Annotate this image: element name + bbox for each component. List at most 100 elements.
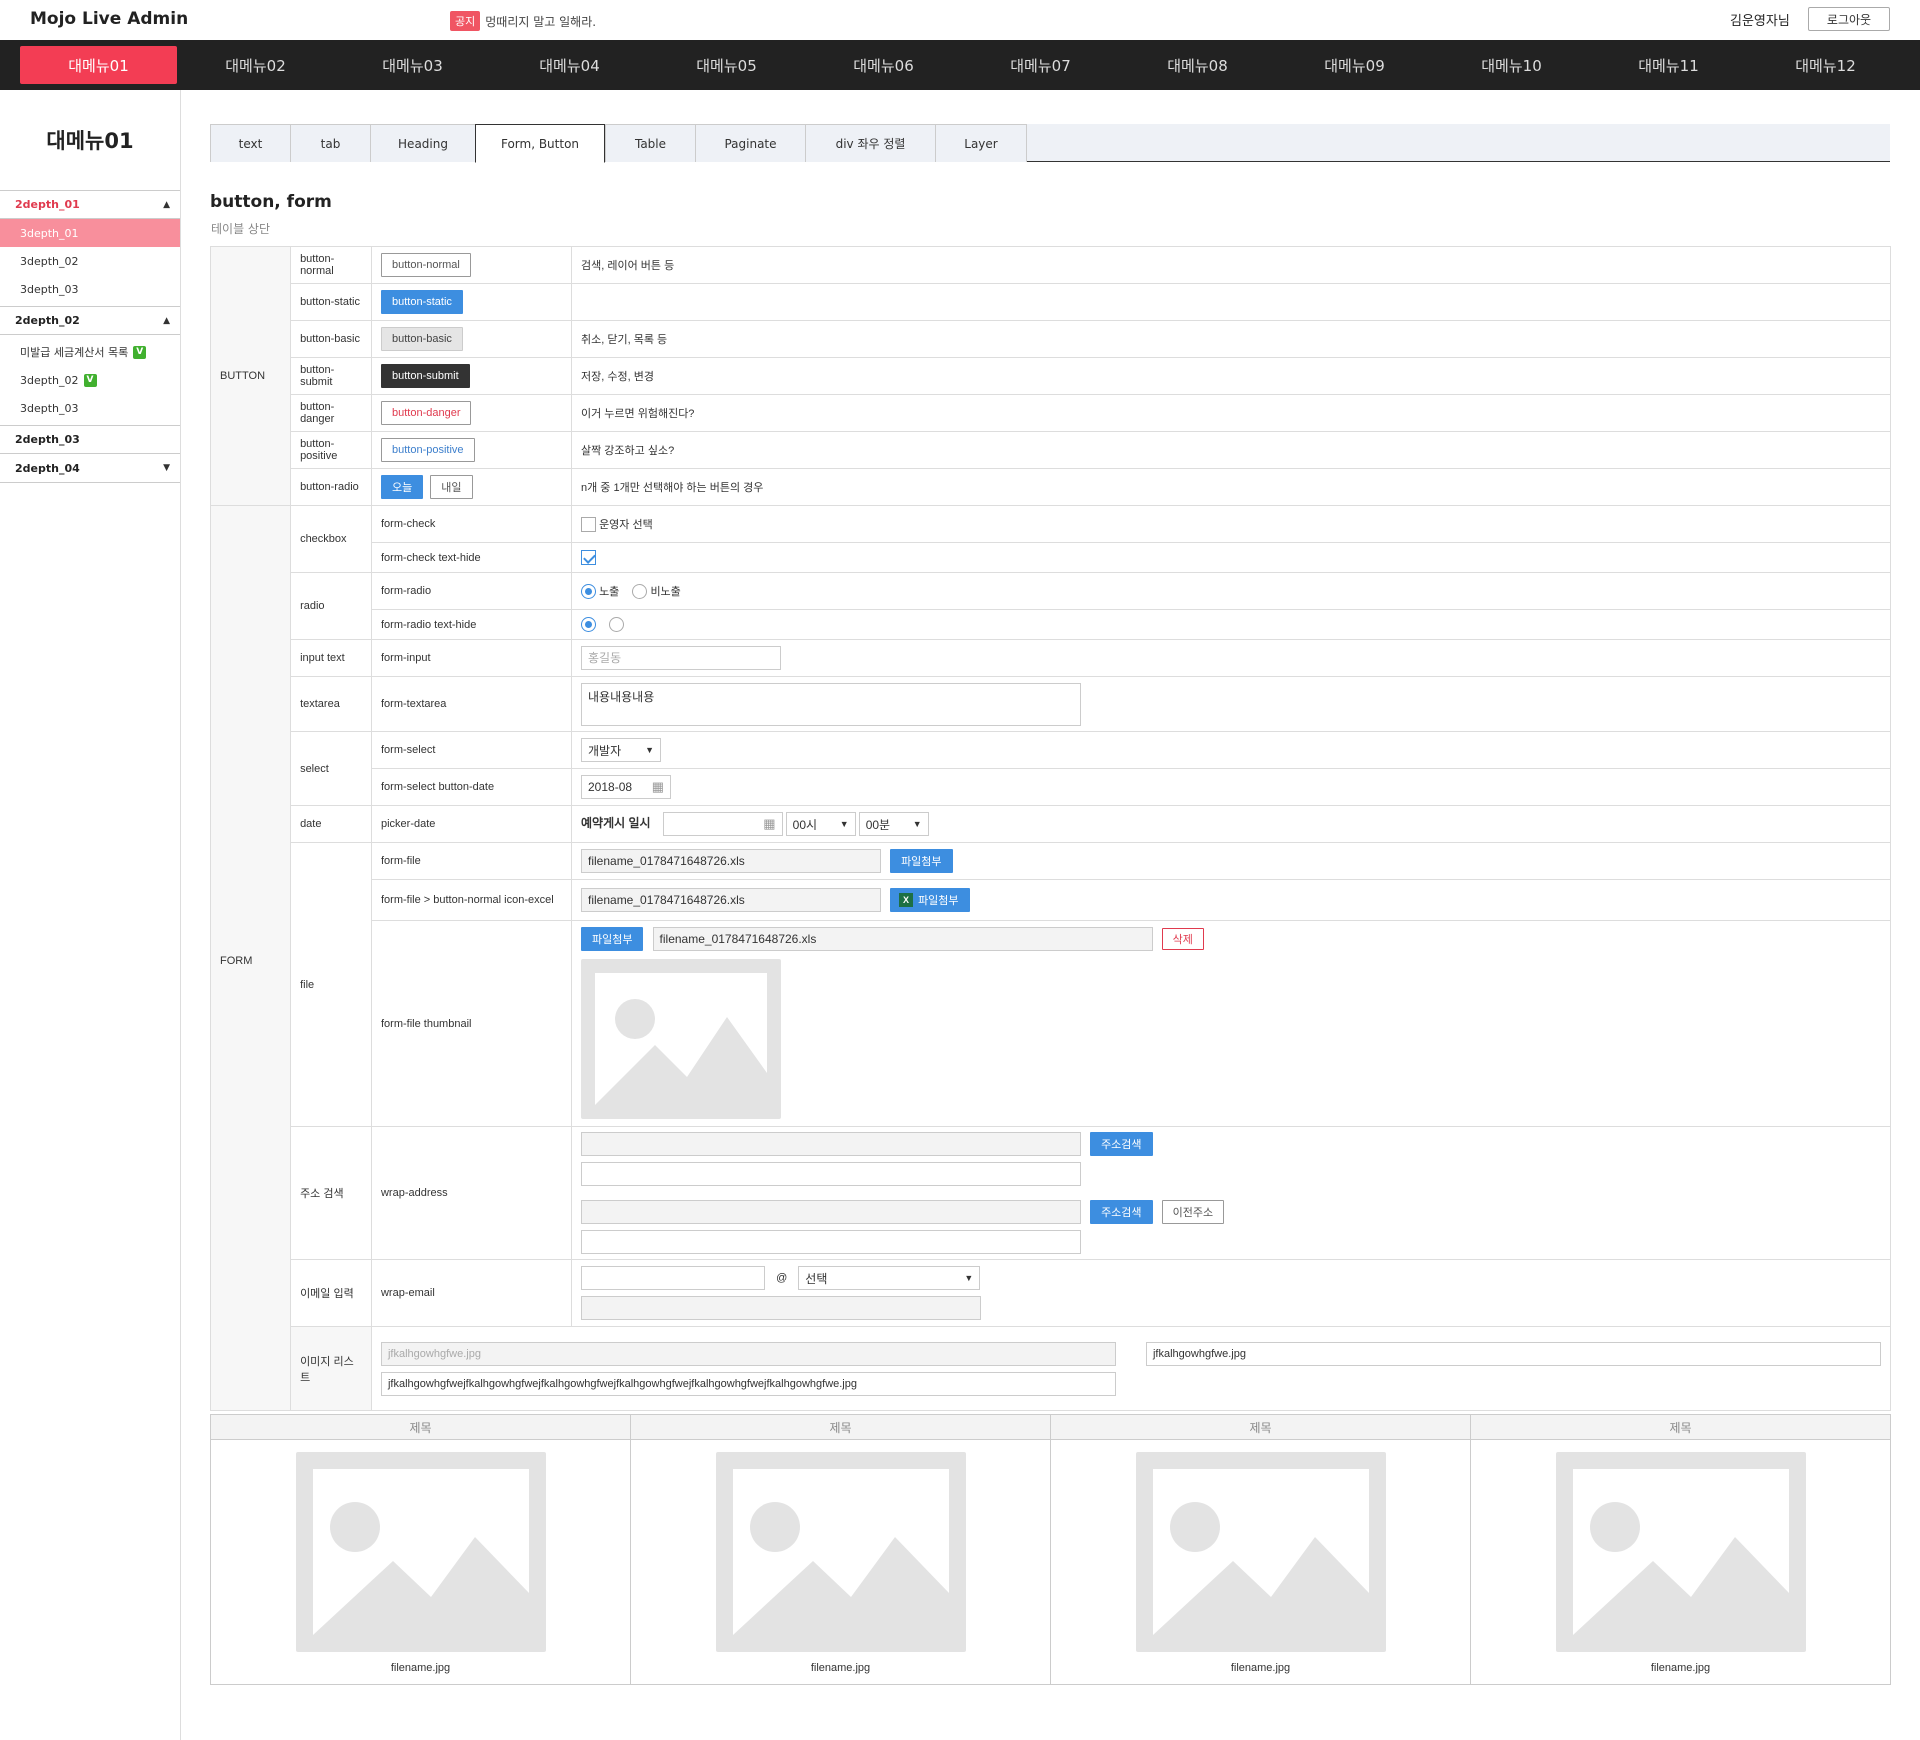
normal-button[interactable]: button-normal xyxy=(380,253,471,277)
role-select[interactable]: 개발자 ▼ xyxy=(581,738,661,762)
tab-paginate[interactable]: Paginate xyxy=(695,124,805,162)
side-depth2-label: 2depth_01 xyxy=(15,198,80,211)
radio-show[interactable] xyxy=(581,584,596,600)
row-sublabel: form-input xyxy=(370,639,573,677)
attach-excel-button[interactable]: X 파일첨부 xyxy=(890,888,970,912)
static-button[interactable]: button-static xyxy=(380,290,463,314)
radio-hide[interactable] xyxy=(632,584,648,600)
side-depth2-04[interactable]: 2depth_04 ▼ xyxy=(0,454,180,483)
gallery-item[interactable]: filename.jpg xyxy=(1050,1439,1471,1685)
gnb-item-09[interactable]: 대메뉴09 xyxy=(1276,46,1433,84)
image-gallery: 제목 제목 제목 제목 filename.jpg filename.jpg fi… xyxy=(210,1414,1891,1685)
row-label: button-basic xyxy=(290,320,372,358)
operator-checkbox[interactable] xyxy=(581,517,596,533)
date-picker[interactable]: ▦ xyxy=(662,812,783,836)
email-id-input[interactable] xyxy=(581,1266,765,1290)
select-value: 선택 xyxy=(805,1271,828,1286)
radio-option[interactable] xyxy=(609,617,625,632)
side-depth3-item[interactable]: 미발급 세금계산서 목록 V xyxy=(0,338,180,366)
app-logo[interactable]: Mojo Live Admin xyxy=(30,9,188,29)
radio-button-today[interactable]: 오늘 xyxy=(380,475,424,499)
row-label: input text xyxy=(290,639,372,677)
image-file-input[interactable]: jfkalhgowhgfwe.jpg xyxy=(1145,1341,1881,1366)
date-value: 2018-08 xyxy=(588,780,633,794)
gnb-item-10[interactable]: 대메뉴10 xyxy=(1433,46,1590,84)
gnb-item-03[interactable]: 대메뉴03 xyxy=(334,46,491,84)
gallery-header: 제목 xyxy=(1470,1414,1891,1440)
side-depth3-item[interactable]: 3depth_02 xyxy=(0,247,180,275)
row-label: select xyxy=(290,731,372,806)
gallery-item[interactable]: filename.jpg xyxy=(210,1439,631,1685)
row-sublabel: form-select xyxy=(370,731,573,769)
gnb-item-06[interactable]: 대메뉴06 xyxy=(805,46,962,84)
tab-tab[interactable]: tab xyxy=(290,124,370,162)
side-depth3-item[interactable]: 3depth_03 xyxy=(0,275,180,303)
side-nav-title: 대메뉴01 xyxy=(46,129,134,153)
gnb-item-04[interactable]: 대메뉴04 xyxy=(491,46,648,84)
row-sublabel: form-check xyxy=(370,505,573,543)
month-select[interactable]: 2018-08 ▦ xyxy=(581,775,671,799)
radio-button-tomorrow[interactable]: 내일 xyxy=(430,475,473,499)
gallery-header: 제목 xyxy=(210,1414,631,1440)
notice-text[interactable]: 멍때리지 말고 일해라. xyxy=(485,13,596,30)
calendar-icon[interactable]: ▦ xyxy=(652,779,664,795)
positive-button[interactable]: button-positive xyxy=(380,438,475,462)
side-depth3-item[interactable]: 3depth_03 xyxy=(0,394,180,422)
zipcode-input[interactable] xyxy=(581,1200,1081,1224)
checked-checkbox[interactable] xyxy=(581,550,596,565)
danger-button[interactable]: button-danger xyxy=(380,401,472,425)
side-depth2-03[interactable]: 2depth_03 xyxy=(0,425,180,454)
delete-button[interactable]: 삭제 xyxy=(1161,928,1204,950)
logout-button[interactable]: 로그아웃 xyxy=(1808,7,1890,31)
row-label: radio xyxy=(290,572,372,640)
gallery-caption: filename.jpg xyxy=(390,1662,451,1674)
gnb-item-11[interactable]: 대메뉴11 xyxy=(1590,46,1747,84)
form-table: BUTTON button-normal button-normal 검색, 레… xyxy=(209,246,1892,1411)
image-placeholder-icon xyxy=(295,1452,546,1652)
image-file-input[interactable]: jfkalhgowhgfwe.jpg xyxy=(380,1341,1116,1366)
gnb-item-07[interactable]: 대메뉴07 xyxy=(962,46,1119,84)
side-depth2-02[interactable]: 2depth_02 ▲ xyxy=(0,306,180,335)
basic-button[interactable]: button-basic xyxy=(380,327,463,351)
file-name-input: filename_0178471648726.xls xyxy=(581,849,881,873)
hour-select[interactable]: 00시 ▼ xyxy=(785,812,856,836)
side-depth2-01[interactable]: 2depth_01 ▲ xyxy=(0,190,180,219)
minute-value: 00분 xyxy=(865,817,891,832)
calendar-icon[interactable]: ▦ xyxy=(763,816,775,832)
email-domain-select[interactable]: 선택 ▼ xyxy=(798,1266,981,1290)
tab-heading[interactable]: Heading xyxy=(370,124,475,162)
gnb-item-02[interactable]: 대메뉴02 xyxy=(177,46,334,84)
tab-table[interactable]: Table xyxy=(605,124,695,162)
minute-select[interactable]: 00분 ▼ xyxy=(858,812,929,836)
radio-option[interactable] xyxy=(581,617,596,632)
gnb-item-08[interactable]: 대메뉴08 xyxy=(1119,46,1276,84)
image-file-input[interactable]: jfkalhgowhgfwejfkalhgowhgfwejfkalhgowhgf… xyxy=(380,1371,1116,1396)
tab-div-align[interactable]: div 좌우 정렬 xyxy=(805,124,935,162)
address-search-button[interactable]: 주소검색 xyxy=(1090,1200,1153,1224)
attach-file-button[interactable]: 파일첨부 xyxy=(581,927,644,951)
tab-text[interactable]: text xyxy=(210,124,290,162)
row-sublabel: wrap-address xyxy=(370,1126,573,1260)
name-input[interactable]: 홍길동 xyxy=(581,646,781,670)
zipcode-input[interactable] xyxy=(581,1132,1081,1156)
gnb-item-12[interactable]: 대메뉴12 xyxy=(1747,46,1904,84)
address-search-button[interactable]: 주소검색 xyxy=(1090,1132,1153,1156)
content-textarea[interactable]: 내용내용내용 xyxy=(581,682,1081,726)
side-depth3-item[interactable]: 3depth_02 V xyxy=(0,366,180,394)
tab-layer[interactable]: Layer xyxy=(935,124,1027,162)
submit-button[interactable]: button-submit xyxy=(380,364,470,388)
gallery-item[interactable]: filename.jpg xyxy=(1470,1439,1891,1685)
address-detail-input[interactable] xyxy=(581,1230,1081,1254)
attach-file-button[interactable]: 파일첨부 xyxy=(890,849,953,873)
row-sublabel: form-textarea xyxy=(370,676,573,732)
row-desc: 이거 누르면 위험해진다? xyxy=(571,394,1891,432)
previous-address-button[interactable]: 이전주소 xyxy=(1161,1200,1225,1224)
email-domain-input[interactable] xyxy=(581,1296,981,1320)
address-detail-input[interactable] xyxy=(581,1162,1081,1186)
tab-form-button[interactable]: Form, Button xyxy=(475,124,605,163)
gnb-item-01[interactable]: 대메뉴01 xyxy=(20,46,177,84)
image-list-label: 이미지 리스트 xyxy=(290,1326,372,1411)
gallery-item[interactable]: filename.jpg xyxy=(630,1439,1051,1685)
gnb-item-05[interactable]: 대메뉴05 xyxy=(648,46,805,84)
side-depth3-item[interactable]: 3depth_01 xyxy=(0,219,180,247)
